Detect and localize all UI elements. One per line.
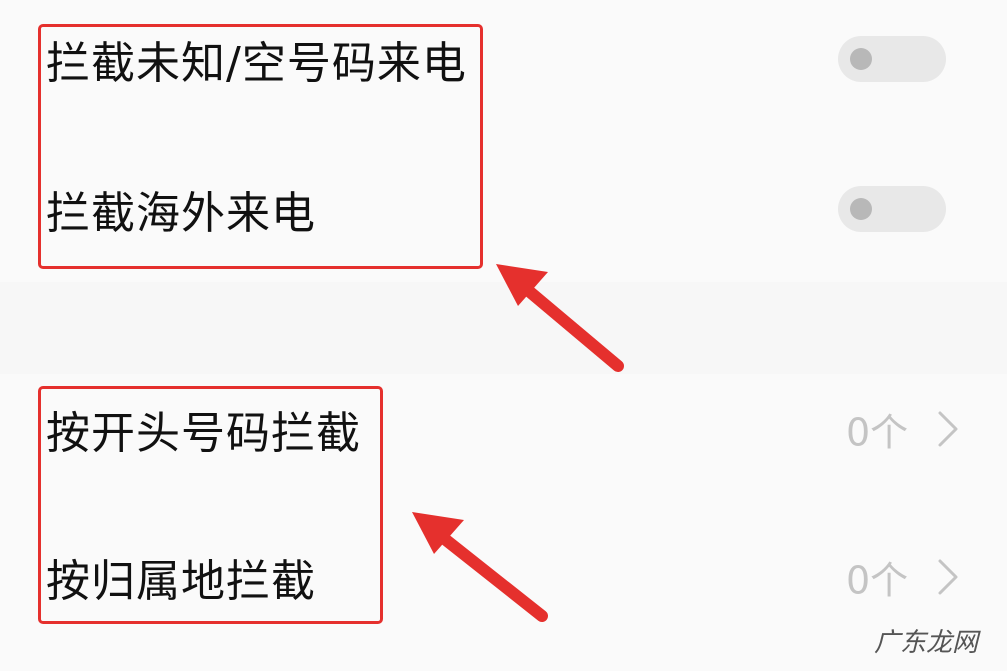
toggle-knob — [850, 48, 872, 70]
rule-count: 0个 — [846, 410, 909, 455]
rule-count: 0个 — [846, 558, 909, 603]
call-blocking-settings-screen: 拦截未知/空号码来电 拦截海外来电 按开头号码拦截 0个 按归属地拦截 0个 广… — [0, 0, 1007, 671]
highlight-box-rules — [38, 386, 383, 624]
chevron-right-icon — [938, 559, 958, 595]
chevron-right-icon — [938, 411, 958, 447]
block-overseas-toggle[interactable] — [838, 186, 946, 232]
block-unknown-toggle[interactable] — [838, 36, 946, 82]
toggle-knob — [850, 198, 872, 220]
section-divider — [0, 282, 1007, 374]
watermark: 广东龙网 — [874, 628, 979, 658]
highlight-box-toggles — [38, 24, 483, 269]
